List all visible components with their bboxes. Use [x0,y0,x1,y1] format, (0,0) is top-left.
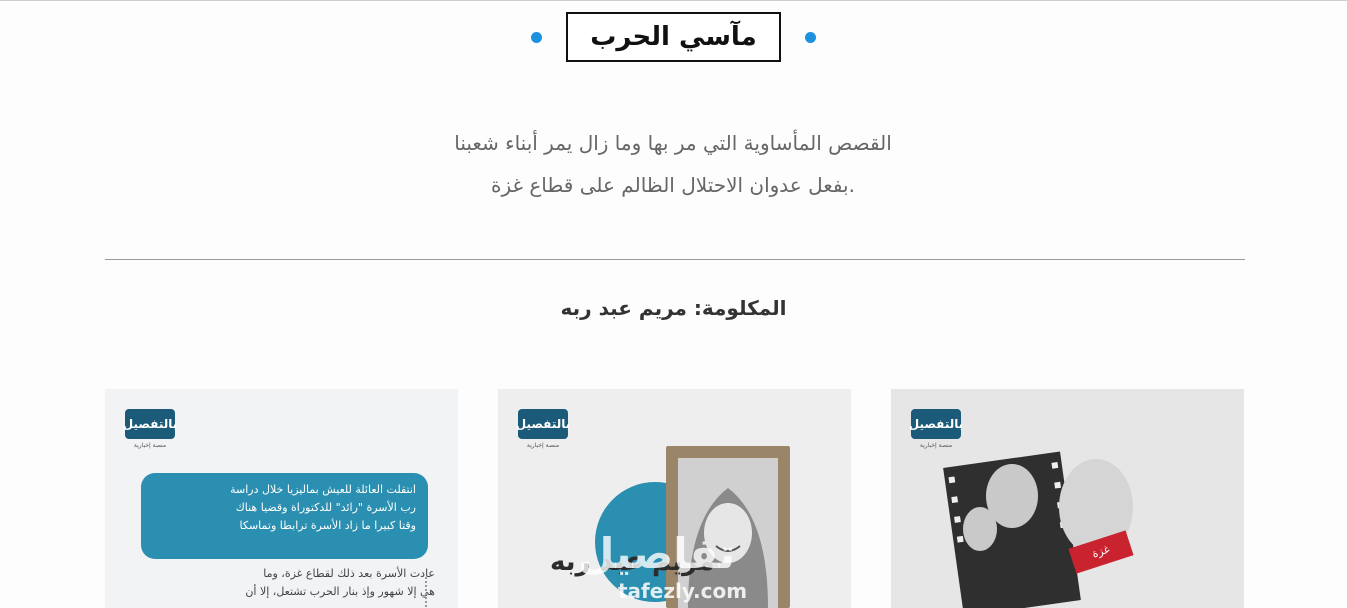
highlight-bubble: انتقلت العائلة للعيش بماليزيا خلال دراسة… [141,473,428,559]
brand-logo: بالتفصيل منصة إخبارية [516,409,570,455]
top-border [0,0,1347,1]
body-line: هي إلا شهور وإذ بنار الحرب تشتعل، إلا أن [245,585,435,598]
bubble-line: انتقلت العائلة للعيش بماليزيا خلال دراسة [230,483,416,496]
body-line: عادت الأسرة بعد ذلك لقطاع غزة، وما [263,567,435,580]
card-body-text: عادت الأسرة بعد ذلك لقطاع غزة، وما هي إل… [165,565,435,601]
story-subject-heading: المكلومة: مريم عبد ربه [560,296,787,320]
logo-tagline: منصة إخبارية [526,442,560,449]
accent-dot-right [804,31,816,43]
bubble-line: رب الأسرة "رائد" للدكتوراة وقضيا هناك [235,501,416,514]
intro-line-1: القصص المأساوية التي مر بها وما زال يمر … [454,131,892,155]
accent-dot-left [531,31,543,43]
section-title: مآسي الحرب [566,12,781,62]
divider [105,259,1245,260]
logo-tagline: منصة إخبارية [133,442,167,449]
logo-wordmark: بالتفصيل [909,409,963,439]
section-intro: القصص المأساوية التي مر بها وما زال يمر … [300,122,1046,206]
site-watermark: تفاصيل [578,529,735,578]
intro-line-2: .بفعل عدوان الاحتلال الظالم على قطاع غزة [491,173,855,197]
brand-logo: بالتفصيل منصة إخبارية [123,409,177,455]
brand-logo: بالتفصيل منصة إخبارية [909,409,963,455]
bubble-line: وقتا كبيرا ما زاد الأسرة ترابطا وتماسكا [239,519,416,532]
dotted-divider [425,577,427,607]
story-card-portrait[interactable]: بالتفصيل منصة إخبارية مريم عبد ربه تفاصي… [498,389,851,608]
logo-wordmark: بالتفصيل [123,409,177,439]
watermark-url: tafezly.com [618,579,748,603]
story-card-text[interactable]: بالتفصيل منصة إخبارية انتقلت العائلة للع… [105,389,458,608]
child-photo [963,507,997,551]
logo-wordmark: بالتفصيل [516,409,570,439]
section-header: مآسي الحرب [0,8,1347,66]
story-card-collage[interactable]: بالتفصيل منصة إخبارية غزة [891,389,1244,608]
logo-tagline: منصة إخبارية [919,442,953,449]
